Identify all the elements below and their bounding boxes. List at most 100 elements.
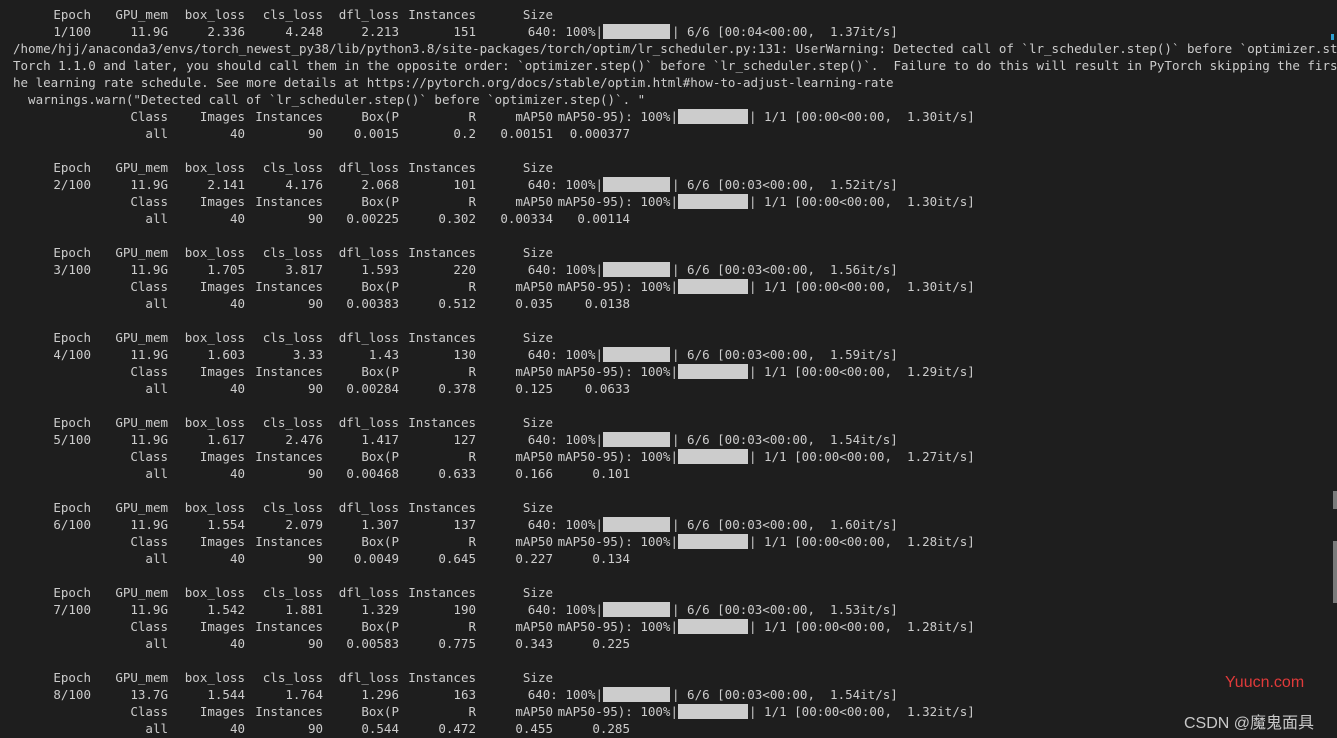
val-header-r: R bbox=[468, 279, 476, 294]
train-progress-bar bbox=[603, 687, 670, 702]
header-instances: Instances bbox=[408, 670, 476, 685]
dfl-loss-value: 1.417 bbox=[361, 432, 399, 447]
header-gpu-mem: GPU_mem bbox=[115, 7, 168, 22]
val-class-value: all bbox=[145, 551, 168, 566]
train-progress-bar bbox=[603, 24, 670, 39]
val-instances-value: 90 bbox=[307, 381, 323, 396]
epoch-value: 8/100 bbox=[53, 687, 91, 702]
train-progress-text: | 6/6 [00:03<00:00, 1.56it/s] bbox=[672, 262, 898, 277]
train-progress-bar bbox=[603, 177, 670, 192]
val-header-map50: mAP50 bbox=[515, 364, 553, 379]
val-map50-value: 0.00151 bbox=[500, 126, 553, 141]
val-header-instances: Instances bbox=[255, 619, 323, 634]
val-header-box-p: Box(P bbox=[361, 109, 399, 124]
gpu-mem-value: 11.9G bbox=[130, 262, 168, 277]
header-instances: Instances bbox=[408, 585, 476, 600]
gpu-mem-value: 11.9G bbox=[130, 602, 168, 617]
val-box-p-value: 0.0015 bbox=[353, 126, 399, 141]
header-cls-loss: cls_loss bbox=[262, 245, 323, 260]
box-loss-value: 1.544 bbox=[207, 687, 245, 702]
header-instances: Instances bbox=[408, 500, 476, 515]
scrollbar-marker-upper[interactable] bbox=[1333, 491, 1337, 509]
val-header-r: R bbox=[468, 364, 476, 379]
val-class-value: all bbox=[145, 126, 168, 141]
val-progress-prefix: mAP50-95): 100%| bbox=[557, 109, 678, 124]
val-progress-bar bbox=[678, 279, 748, 294]
box-loss-value: 1.542 bbox=[207, 602, 245, 617]
header-cls-loss: cls_loss bbox=[262, 7, 323, 22]
val-header-class: Class bbox=[130, 364, 168, 379]
val-header-map50: mAP50 bbox=[515, 109, 553, 124]
val-progress-prefix: mAP50-95): 100%| bbox=[557, 619, 678, 634]
val-progress-bar bbox=[678, 704, 748, 719]
val-images-value: 40 bbox=[229, 636, 245, 651]
epoch-value: 4/100 bbox=[53, 347, 91, 362]
val-class-value: all bbox=[145, 721, 168, 736]
instances-value: 190 bbox=[453, 602, 476, 617]
warning-text: Torch 1.1.0 and later, you should call t… bbox=[13, 58, 1337, 73]
dfl-loss-value: 1.593 bbox=[361, 262, 399, 277]
val-header-map50: mAP50 bbox=[515, 449, 553, 464]
val-header-box-p: Box(P bbox=[361, 534, 399, 549]
val-header-box-p: Box(P bbox=[361, 449, 399, 464]
val-header-box-p: Box(P bbox=[361, 704, 399, 719]
val-r-value: 0.633 bbox=[438, 466, 476, 481]
header-cls-loss: cls_loss bbox=[262, 500, 323, 515]
header-size: Size bbox=[522, 160, 553, 175]
header-size: Size bbox=[522, 330, 553, 345]
val-images-value: 40 bbox=[229, 466, 245, 481]
val-progress-bar bbox=[678, 109, 748, 124]
val-r-value: 0.378 bbox=[438, 381, 476, 396]
val-header-images: Images bbox=[199, 194, 245, 209]
val-map5095-value: 0.000377 bbox=[569, 126, 630, 141]
val-box-p-value: 0.00225 bbox=[346, 211, 399, 226]
box-loss-value: 1.603 bbox=[207, 347, 245, 362]
header-size: Size bbox=[522, 7, 553, 22]
val-header-instances: Instances bbox=[255, 364, 323, 379]
terminal-output[interactable]: Epoch GPU_mem box_loss cls_loss dfl_loss Inst… bbox=[0, 0, 1337, 738]
train-progress-text: | 6/6 [00:03<00:00, 1.53it/s] bbox=[672, 602, 898, 617]
val-instances-value: 90 bbox=[307, 636, 323, 651]
train-progress-text: | 6/6 [00:03<00:00, 1.52it/s] bbox=[672, 177, 898, 192]
train-progress-prefix: 640: 100%| bbox=[527, 177, 603, 192]
val-progress-prefix: mAP50-95): 100%| bbox=[557, 194, 678, 209]
dfl-loss-value: 1.43 bbox=[368, 347, 399, 362]
val-header-map50: mAP50 bbox=[515, 704, 553, 719]
val-header-images: Images bbox=[199, 704, 245, 719]
header-dfl-loss: dfl_loss bbox=[338, 585, 399, 600]
header-epoch: Epoch bbox=[53, 415, 91, 430]
gpu-mem-value: 11.9G bbox=[130, 24, 168, 39]
header-epoch: Epoch bbox=[53, 670, 91, 685]
val-map5095-value: 0.0633 bbox=[584, 381, 630, 396]
header-instances: Instances bbox=[408, 7, 476, 22]
val-header-box-p: Box(P bbox=[361, 619, 399, 634]
header-instances: Instances bbox=[408, 330, 476, 345]
instances-value: 220 bbox=[453, 262, 476, 277]
val-instances-value: 90 bbox=[307, 721, 323, 736]
header-cls-loss: cls_loss bbox=[262, 415, 323, 430]
val-map5095-value: 0.00114 bbox=[577, 211, 630, 226]
epoch-value: 1/100 bbox=[53, 24, 91, 39]
train-progress-prefix: 640: 100%| bbox=[527, 602, 603, 617]
header-instances: Instances bbox=[408, 415, 476, 430]
val-class-value: all bbox=[145, 636, 168, 651]
header-gpu-mem: GPU_mem bbox=[115, 415, 168, 430]
val-r-value: 0.512 bbox=[438, 296, 476, 311]
cursor-marker bbox=[1331, 34, 1334, 40]
train-progress-text: | 6/6 [00:03<00:00, 1.59it/s] bbox=[672, 347, 898, 362]
header-instances: Instances bbox=[408, 245, 476, 260]
val-header-r: R bbox=[468, 109, 476, 124]
header-instances: Instances bbox=[408, 160, 476, 175]
val-header-images: Images bbox=[199, 449, 245, 464]
val-header-class: Class bbox=[130, 534, 168, 549]
header-box-loss: box_loss bbox=[184, 245, 245, 260]
header-epoch: Epoch bbox=[53, 7, 91, 22]
scrollbar-thumb[interactable] bbox=[1333, 541, 1337, 603]
val-progress-text: | 1/1 [00:00<00:00, 1.28it/s] bbox=[749, 534, 975, 549]
header-epoch: Epoch bbox=[53, 500, 91, 515]
header-box-loss: box_loss bbox=[184, 7, 245, 22]
val-header-box-p: Box(P bbox=[361, 364, 399, 379]
header-epoch: Epoch bbox=[53, 245, 91, 260]
val-header-instances: Instances bbox=[255, 449, 323, 464]
val-map50-value: 0.227 bbox=[515, 551, 553, 566]
